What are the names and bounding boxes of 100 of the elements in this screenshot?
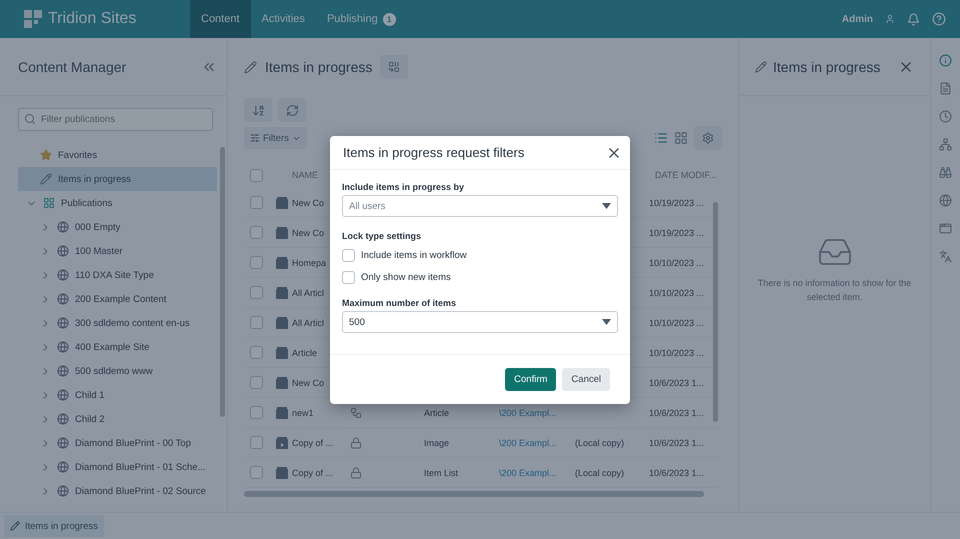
globe-icon: [57, 269, 69, 281]
translate-icon[interactable]: [939, 250, 952, 263]
tree-item[interactable]: 400 Example Site: [18, 335, 217, 359]
status-tab[interactable]: Items in progress: [4, 515, 104, 537]
help-icon[interactable]: [932, 12, 946, 26]
globe-icon: [57, 245, 69, 257]
table-cell-text: 10/6/2023 1...: [649, 378, 706, 388]
lock-icon: [350, 466, 362, 478]
checkbox[interactable]: [250, 196, 263, 209]
component-icon: [276, 196, 288, 208]
globe-icon: [57, 413, 69, 425]
checkbox[interactable]: [250, 466, 263, 479]
checkbox[interactable]: [250, 316, 263, 329]
count-badge: 1: [382, 12, 396, 26]
table-cell-text: New Co: [292, 198, 326, 208]
table-cell-text: 10/10/2023 ...: [649, 288, 706, 298]
panel-title: Items in progress: [773, 58, 880, 74]
nav-tab[interactable]: Activities: [250, 0, 316, 38]
nav-tab[interactable]: Content: [190, 0, 251, 38]
list-view-icon[interactable]: [654, 131, 668, 145]
sidebar-title: Content Manager: [18, 58, 126, 74]
tree-item[interactable]: Child 2: [18, 407, 217, 431]
table-cell-text: 10/10/2023 ...: [649, 348, 706, 358]
confirm-button[interactable]: Confirm: [505, 368, 556, 391]
tree-item[interactable]: Favorites: [18, 143, 217, 167]
sort-icon: [252, 104, 264, 116]
refresh-button[interactable]: [278, 98, 306, 122]
section-label: Lock type settings: [342, 231, 422, 241]
component-icon: [276, 376, 288, 388]
path-link[interactable]: \200 Exampl...: [499, 468, 575, 478]
table-cell-text: 10/10/2023 ...: [649, 318, 706, 328]
app-logo: Tridion Sites: [24, 10, 190, 28]
user-name[interactable]: Admin: [842, 14, 873, 24]
tree-item[interactable]: Child 1: [18, 383, 217, 407]
settings-button[interactable]: [694, 126, 722, 150]
globe-icon: [57, 461, 69, 473]
filter-field[interactable]: Filter publications: [18, 108, 213, 131]
page-title: Items in progress: [265, 59, 372, 75]
checkbox[interactable]: [250, 256, 263, 269]
info-icon[interactable]: [939, 54, 952, 67]
globe-icon: [57, 293, 69, 305]
pencil-icon: [10, 521, 20, 531]
tree-item[interactable]: Diamond BluePrint - 02 Source: [18, 479, 217, 503]
nav-tab[interactable]: Publishing 1: [316, 0, 407, 38]
table-cell-text: 10/10/2023 ...: [649, 258, 706, 268]
link-icon: [388, 61, 400, 73]
user-icon[interactable]: [885, 14, 895, 24]
link-button[interactable]: [380, 55, 408, 79]
scrollbar[interactable]: [220, 147, 225, 417]
tree-item[interactable]: 100 Master: [18, 239, 217, 263]
table-cell-text: 10/6/2023 1...: [649, 438, 706, 448]
window-icon[interactable]: [939, 222, 952, 235]
globe-icon: [57, 317, 69, 329]
column-header[interactable]: DATE MODIF...: [655, 170, 724, 180]
checkbox[interactable]: [250, 406, 263, 419]
sliders-icon: [250, 133, 260, 143]
binoculars-icon[interactable]: [939, 166, 952, 179]
star-icon: [40, 149, 52, 161]
scrollbar[interactable]: [244, 491, 704, 497]
logo-icon: [24, 10, 42, 28]
checkbox-label[interactable]: Include items in workflow: [361, 250, 467, 260]
checkbox[interactable]: [342, 248, 355, 262]
table-cell-text: 10/19/2023 ...: [649, 228, 706, 238]
component-icon: [276, 316, 288, 328]
tree-item[interactable]: Items in progress: [18, 167, 217, 191]
sort-button[interactable]: [244, 98, 272, 122]
tree-item[interactable]: 300 sdldemo content en-us: [18, 311, 217, 335]
path-link[interactable]: \200 Exampl...: [499, 408, 575, 418]
document-icon[interactable]: [939, 82, 952, 95]
scrollbar[interactable]: [713, 202, 718, 422]
checkbox[interactable]: [250, 376, 263, 389]
checkbox[interactable]: [250, 346, 263, 359]
pencil-icon: [40, 173, 52, 185]
checkbox[interactable]: [250, 226, 263, 239]
tree-item[interactable]: 000 Empty: [18, 215, 217, 239]
path-link[interactable]: \200 Exampl...: [499, 438, 575, 448]
filters-button[interactable]: Filters: [244, 127, 307, 149]
checkbox[interactable]: [250, 436, 263, 449]
tree-item[interactable]: Publications: [18, 191, 217, 215]
tree-item[interactable]: Diamond BluePrint - 01 Sche...: [18, 455, 217, 479]
max-items-dropdown[interactable]: 500: [342, 311, 618, 333]
clock-icon[interactable]: [939, 110, 952, 123]
field-label: Include items in progress by: [342, 182, 466, 192]
tree-item[interactable]: 110 DXA Site Type: [18, 263, 217, 287]
users-dropdown[interactable]: All users: [342, 195, 618, 217]
settings-icon: [702, 132, 714, 144]
cancel-button[interactable]: Cancel: [562, 368, 610, 391]
globe-icon: [57, 389, 69, 401]
grid-view-icon[interactable]: [674, 131, 688, 145]
tree-item[interactable]: Diamond BluePrint - 00 Top: [18, 431, 217, 455]
checkbox[interactable]: [342, 270, 355, 284]
globe-icon[interactable]: [939, 194, 952, 207]
checkbox[interactable]: [250, 168, 263, 182]
component-icon: [276, 256, 288, 268]
checkbox[interactable]: [250, 286, 263, 299]
checkbox-label[interactable]: Only show new items: [361, 272, 451, 282]
hierarchy-icon[interactable]: [939, 138, 952, 151]
tree-item[interactable]: 500 sdldemo www: [18, 359, 217, 383]
tree-item[interactable]: 200 Example Content: [18, 287, 217, 311]
bell-icon[interactable]: [907, 12, 920, 26]
